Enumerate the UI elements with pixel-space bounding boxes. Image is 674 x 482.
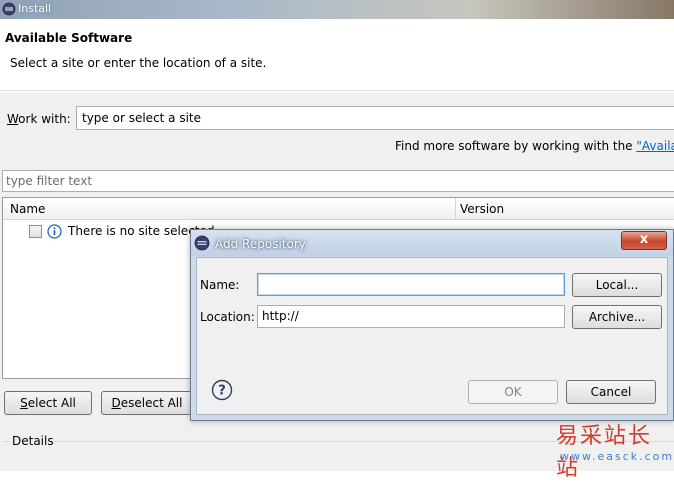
column-version[interactable]: Version xyxy=(460,202,504,216)
eclipse-icon xyxy=(2,2,16,16)
eclipse-icon xyxy=(194,235,210,251)
help-icon[interactable]: ? xyxy=(211,379,233,401)
cancel-button[interactable]: Cancel xyxy=(566,380,656,404)
archive-button[interactable]: Archive... xyxy=(572,305,662,329)
dialog-body: Name: Local... Location: http:// Archive… xyxy=(196,257,668,415)
work-with-mnemonic: W xyxy=(7,112,19,126)
location-field[interactable]: http:// xyxy=(257,305,565,328)
select-all-button[interactable]: Select All xyxy=(4,391,92,415)
dialog-titlebar[interactable]: Add Repository x xyxy=(191,230,673,256)
deselect-all-label: eselect All xyxy=(120,396,183,410)
info-icon xyxy=(47,224,62,239)
column-separator xyxy=(455,198,456,220)
column-name[interactable]: Name xyxy=(10,202,45,216)
find-more-text: Find more software by working with the "… xyxy=(395,139,674,153)
ok-button[interactable]: OK xyxy=(468,380,558,404)
window-titlebar: Install xyxy=(0,0,674,19)
work-with-combo[interactable]: type or select a site xyxy=(76,106,674,130)
work-with-label: Work with: xyxy=(7,112,71,126)
window-title: Install xyxy=(18,2,52,15)
filter-input[interactable]: type filter text xyxy=(2,170,674,192)
svg-text:?: ? xyxy=(218,384,226,399)
find-more-prefix: Find more software by working with the xyxy=(395,139,637,153)
wizard-header: Available Software Select a site or ente… xyxy=(0,19,674,91)
watermark-url: www.easck.com xyxy=(560,450,674,463)
work-with-label-text: ork with: xyxy=(18,112,71,126)
tree-header: Name Version xyxy=(3,198,674,220)
dialog-title: Add Repository xyxy=(215,237,306,251)
add-repository-dialog: Add Repository x Name: Local... Location… xyxy=(190,229,674,421)
close-icon: x xyxy=(639,232,649,247)
name-field[interactable] xyxy=(257,273,565,296)
local-button[interactable]: Local... xyxy=(572,273,662,297)
deselect-all-mnemonic: D xyxy=(111,396,121,410)
select-all-mnemonic: S xyxy=(20,396,28,410)
row-checkbox[interactable] xyxy=(29,225,42,238)
page-description: Select a site or enter the location of a… xyxy=(10,56,267,70)
name-label: Name: xyxy=(200,278,240,292)
deselect-all-button[interactable]: Deselect All xyxy=(101,391,193,415)
select-all-label: elect All xyxy=(27,396,76,410)
watermark: 易采站长站 www.easck.com xyxy=(556,418,674,481)
available-sites-link[interactable]: "Availab xyxy=(636,139,674,153)
location-label: Location: xyxy=(200,310,255,324)
details-label: Details xyxy=(12,434,54,448)
close-button[interactable]: x xyxy=(621,231,667,250)
page-title: Available Software xyxy=(5,31,133,45)
details-divider-left xyxy=(3,441,9,442)
